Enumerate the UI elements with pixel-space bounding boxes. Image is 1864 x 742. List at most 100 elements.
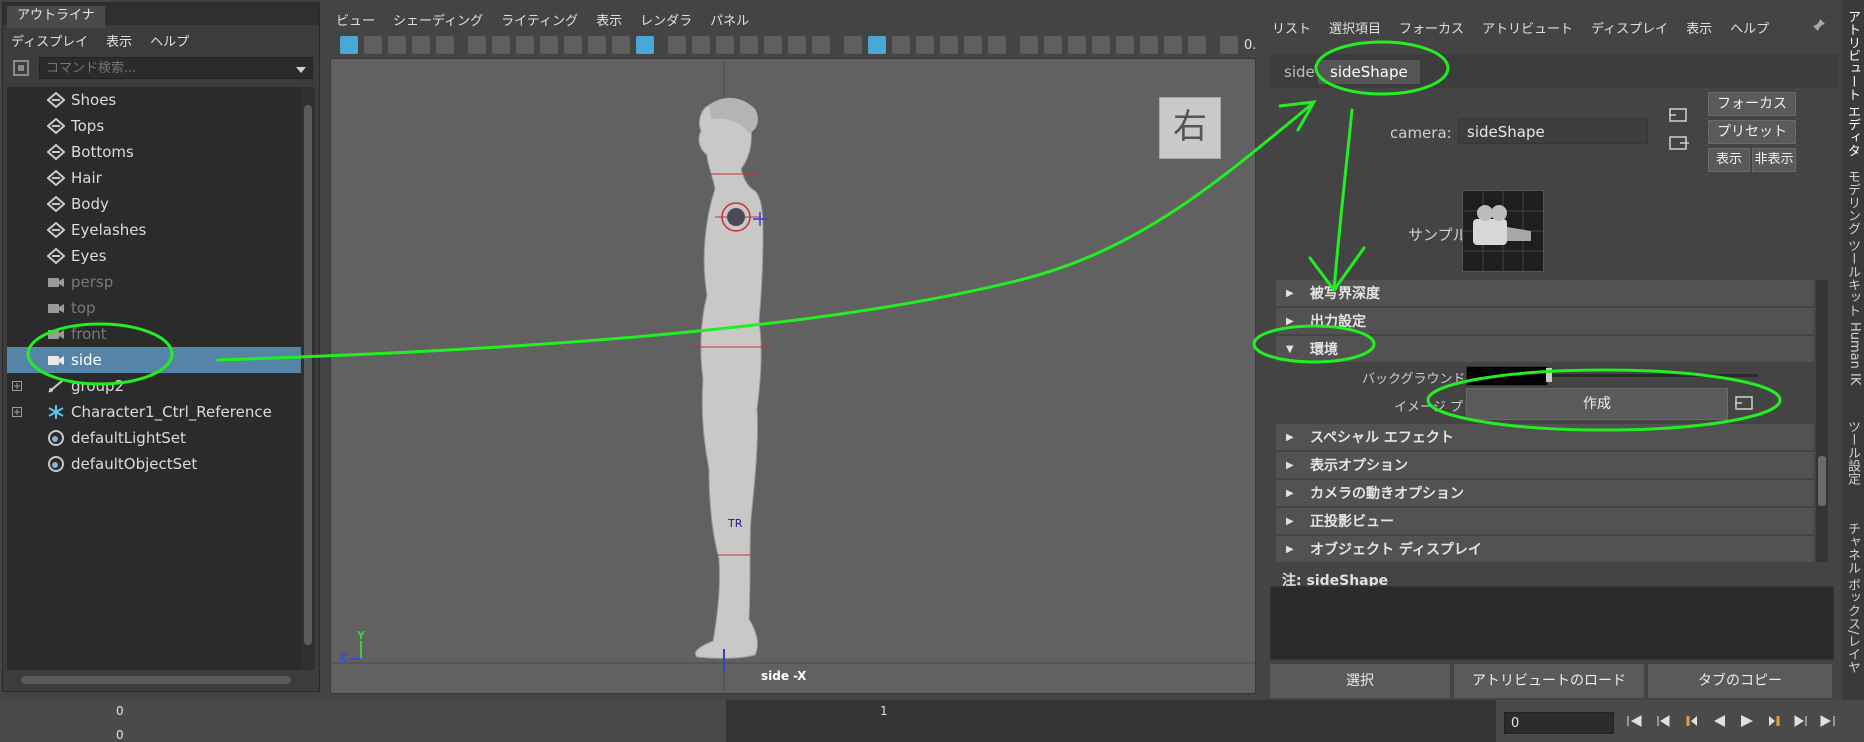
safe-action-icon[interactable]	[612, 36, 630, 54]
camera-lock-icon[interactable]	[492, 36, 510, 54]
outliner-item-default-light-set[interactable]: defaultLightSet	[7, 425, 305, 451]
xray-icon[interactable]	[1140, 36, 1158, 54]
expand-icon[interactable]	[7, 381, 27, 391]
tab-sideshape[interactable]: sideShape	[1318, 60, 1420, 84]
notes-textarea[interactable]	[1270, 586, 1834, 660]
load-attributes-button[interactable]: アトリビュートのロード	[1454, 664, 1644, 698]
scrollbar-thumb[interactable]	[1818, 456, 1826, 506]
outliner-item-eyelashes[interactable]: Eyelashes	[7, 217, 305, 243]
step-back-key-icon[interactable]	[1684, 714, 1698, 732]
camera-name-field[interactable]: sideShape	[1458, 118, 1648, 144]
view-cube-right[interactable]: 右	[1159, 97, 1221, 159]
show-button[interactable]: 表示	[1708, 148, 1750, 172]
section-object-display[interactable]: ▶ オブジェクト ディスプレイ	[1276, 536, 1814, 562]
viewport-menu-show[interactable]: 表示	[596, 10, 622, 29]
command-search-icon[interactable]	[11, 59, 31, 77]
outliner-menu-show[interactable]: 表示	[106, 31, 132, 50]
outliner-menu-display[interactable]: ディスプレイ	[11, 31, 88, 50]
search-dropdown-icon[interactable]	[295, 63, 307, 79]
section-display-options[interactable]: ▶ 表示オプション	[1276, 452, 1814, 478]
depth-of-field-icon[interactable]	[1092, 36, 1110, 54]
hide-button[interactable]: 非表示	[1752, 148, 1796, 172]
safe-title-icon[interactable]	[788, 36, 806, 54]
outliner-vertical-scrollbar[interactable]	[301, 87, 315, 670]
viewport-menu-panels[interactable]: パネル	[710, 10, 749, 29]
3d-viewport[interactable]: TR Y Z 右 side -X	[330, 58, 1256, 694]
grid-icon[interactable]	[668, 36, 686, 54]
outliner-tab[interactable]: アウトライナ	[7, 6, 105, 28]
outliner-item-persp[interactable]: persp	[7, 269, 305, 295]
grease-pencil-icon[interactable]	[468, 36, 486, 54]
copy-tab-button[interactable]: タブのコピー	[1648, 664, 1832, 698]
exposure-value[interactable]: 0.	[1244, 38, 1256, 53]
go-to-input-icon[interactable]	[1668, 106, 1690, 128]
lights-icon[interactable]	[964, 36, 982, 54]
time-slider[interactable]: 0 0 1	[0, 700, 1864, 742]
outliner-item-character1-ctrl-reference[interactable]: Character1_Ctrl_Reference	[7, 399, 305, 425]
film-gate-icon[interactable]	[516, 36, 534, 54]
wireframe-on-shaded-icon[interactable]	[916, 36, 934, 54]
viewport-menu-view[interactable]: ビュー	[336, 10, 375, 29]
section-depth-of-field[interactable]: ▶ 被写界深度	[1276, 280, 1814, 306]
focus-button[interactable]: フォーカス	[1708, 92, 1796, 116]
background-color-slider[interactable]	[1548, 374, 1758, 377]
slider-handle[interactable]	[1546, 368, 1552, 382]
resolution-toggle-icon[interactable]	[716, 36, 734, 54]
outliner-item-tops[interactable]: Tops	[7, 113, 305, 139]
field-toggle-icon[interactable]	[764, 36, 782, 54]
go-to-output-icon[interactable]	[1668, 134, 1690, 156]
background-color-swatch[interactable]	[1466, 366, 1548, 386]
default-material-icon[interactable]	[892, 36, 910, 54]
step-forward-key-icon[interactable]	[1768, 714, 1782, 732]
xray-active-icon[interactable]	[1164, 36, 1182, 54]
ambient-occlusion-icon[interactable]	[1020, 36, 1038, 54]
go-to-start-icon[interactable]	[1626, 714, 1642, 732]
ae-menu-list[interactable]: リスト	[1272, 18, 1311, 37]
ae-menu-show[interactable]: 表示	[1686, 18, 1712, 37]
viewport-menu-lighting[interactable]: ライティング	[501, 10, 578, 29]
isolate-select-icon[interactable]	[1116, 36, 1134, 54]
outliner-item-default-object-set[interactable]: defaultObjectSet	[7, 451, 305, 477]
outliner-item-shoes[interactable]: Shoes	[7, 87, 305, 113]
textured-icon[interactable]	[940, 36, 958, 54]
play-backwards-icon[interactable]	[1712, 714, 1726, 732]
scrollbar-thumb[interactable]	[304, 105, 312, 645]
wireframe-icon[interactable]	[844, 36, 862, 54]
section-special-effects[interactable]: ▶ スペシャル エフェクト	[1276, 424, 1814, 450]
camera-attributes-icon[interactable]	[364, 36, 382, 54]
section-environment[interactable]: ▼ 環境	[1276, 336, 1814, 362]
2d-pan-icon[interactable]	[436, 36, 454, 54]
create-image-plane-button[interactable]: 作成	[1466, 388, 1728, 420]
ae-menu-focus[interactable]: フォーカス	[1399, 18, 1464, 37]
viewport-menu-renderer[interactable]: レンダラ	[640, 10, 692, 29]
xray-components-icon[interactable]	[1188, 36, 1206, 54]
anti-alias-icon[interactable]	[1068, 36, 1086, 54]
ae-menu-help[interactable]: ヘルプ	[1730, 18, 1769, 37]
smooth-shade-icon[interactable]	[868, 36, 886, 54]
outliner-item-side[interactable]: side	[7, 347, 305, 373]
current-time-input[interactable]	[1504, 712, 1614, 734]
select-camera-icon[interactable]	[340, 36, 358, 54]
command-search-input[interactable]	[39, 57, 313, 79]
section-output-settings[interactable]: ▶ 出力設定	[1276, 308, 1814, 334]
side-tab-attribute-editor[interactable]: アトリビュート エディタ	[1844, 10, 1862, 157]
side-tab-modeling-toolkit[interactable]: モデリング ツールキット	[1844, 170, 1862, 317]
outliner-horizontal-scrollbar[interactable]	[11, 673, 301, 687]
scrollbar-thumb[interactable]	[21, 676, 291, 684]
outliner-item-eyes[interactable]: Eyes	[7, 243, 305, 269]
xray-joints-icon[interactable]	[636, 36, 654, 54]
outliner-item-top[interactable]: top	[7, 295, 305, 321]
outliner-menu-help[interactable]: ヘルプ	[150, 31, 189, 50]
presets-button[interactable]: プリセット	[1708, 120, 1796, 144]
timeline-range[interactable]	[726, 700, 1496, 742]
pin-icon[interactable]	[1812, 18, 1826, 36]
play-forwards-icon[interactable]	[1740, 714, 1754, 732]
go-to-icon[interactable]	[1734, 394, 1756, 416]
side-tab-human-ik[interactable]: Human IK	[1844, 322, 1862, 385]
ae-menu-selected[interactable]: 選択項目	[1329, 18, 1381, 37]
side-tab-tool-settings[interactable]: ツール設定	[1844, 420, 1862, 485]
outliner-item-front[interactable]: front	[7, 321, 305, 347]
outliner-item-body[interactable]: Body	[7, 191, 305, 217]
motion-blur-icon[interactable]	[1044, 36, 1062, 54]
section-camera-movement[interactable]: ▶ カメラの動きオプション	[1276, 480, 1814, 506]
